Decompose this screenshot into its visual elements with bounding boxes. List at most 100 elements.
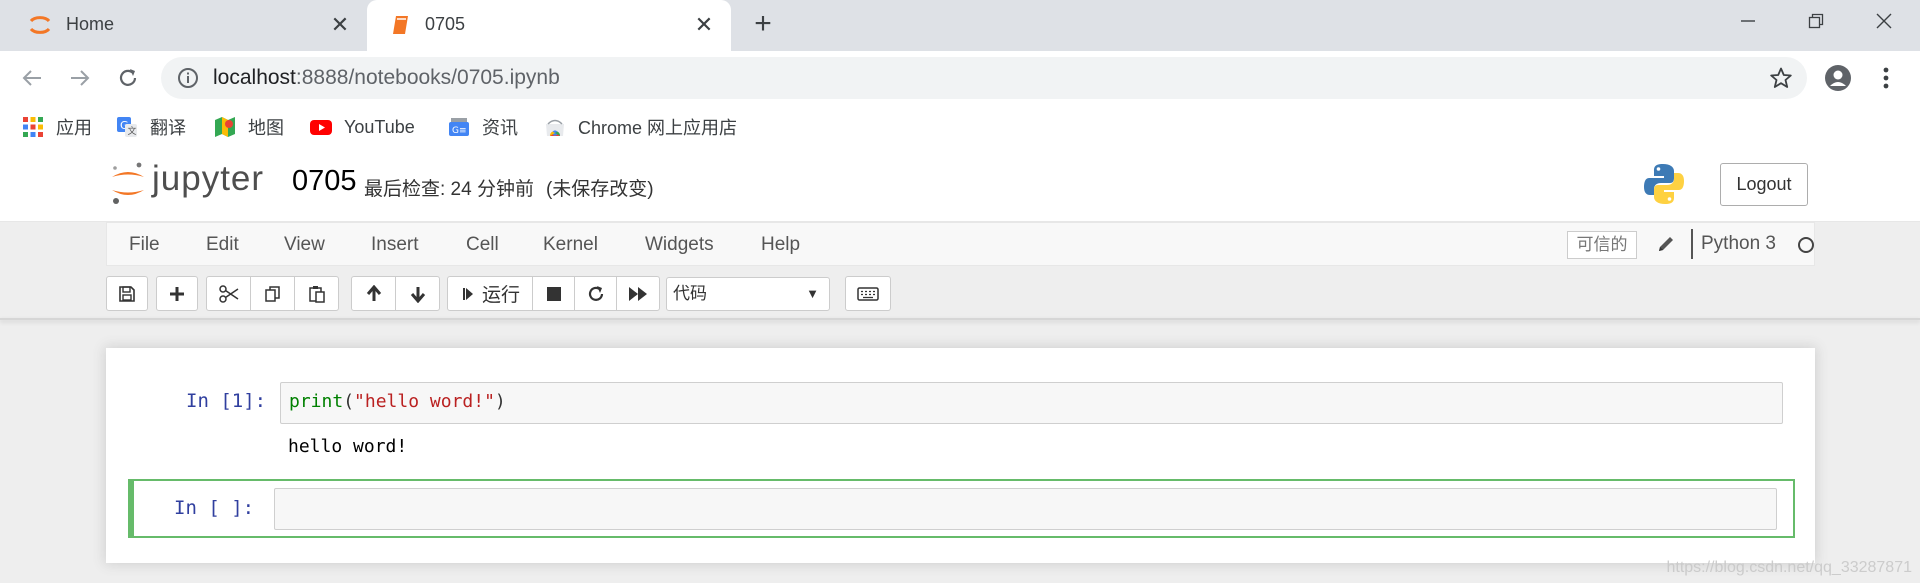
forward-arrow-icon[interactable] — [62, 60, 98, 96]
input-prompt: In [1]: — [186, 390, 267, 412]
code-input-area[interactable]: print("hello word!") — [280, 382, 1783, 424]
kernel-separator — [1691, 229, 1693, 259]
webstore-icon — [546, 119, 564, 136]
jupyter-header: jupyter 0705 最后检查: 24 分钟前 (未保存改变) Logout — [0, 147, 1920, 221]
run-button[interactable]: 运行 — [447, 276, 533, 311]
svg-text:文: 文 — [128, 125, 137, 137]
jupyter-logo-icon[interactable] — [110, 161, 146, 205]
paste-button[interactable] — [294, 276, 339, 311]
cell-type-select[interactable]: 代码 ▼ — [666, 277, 830, 311]
stop-icon — [546, 286, 561, 301]
bookmark-label: 资讯 — [482, 118, 518, 138]
tab-home[interactable]: Home ✕ — [0, 0, 367, 51]
notebook-favicon — [393, 16, 408, 34]
menu-file[interactable]: File — [129, 234, 160, 256]
move-up-button[interactable] — [351, 276, 396, 311]
checkpoint-status: 最后检查: 24 分钟前 (未保存改变) — [364, 174, 654, 201]
notebook-container: In [1]: print("hello word!") hello word!… — [106, 348, 1815, 563]
tab-close-icon[interactable]: ✕ — [327, 12, 353, 38]
restart-icon — [588, 285, 603, 301]
bookmark-apps[interactable]: 应用 — [22, 114, 92, 140]
run-label: 运行 — [481, 285, 520, 306]
command-palette-button[interactable] — [845, 276, 891, 311]
arrow-down-icon — [410, 286, 425, 303]
kebab-menu-icon[interactable] — [1868, 60, 1904, 96]
browser-tab-strip: Home ✕ 0705 ✕ + — [0, 0, 1920, 51]
selected-code-cell[interactable]: In [ ]: — [128, 479, 1795, 538]
checkpoint-text: 最后检查: 24 分钟前 — [364, 179, 534, 200]
kernel-name[interactable]: Python 3 — [1701, 233, 1776, 255]
bookmark-youtube[interactable]: YouTube — [310, 114, 415, 140]
python-logo-icon — [1644, 164, 1684, 204]
tab-close-icon[interactable]: ✕ — [691, 12, 717, 38]
jupyter-wordmark[interactable]: jupyter — [152, 159, 264, 199]
menu-insert[interactable]: Insert — [371, 234, 419, 256]
back-arrow-icon[interactable] — [14, 60, 50, 96]
bookmark-label: Chrome 网上应用店 — [578, 118, 738, 138]
jupyter-favicon — [29, 16, 51, 34]
new-tab-plus-icon[interactable]: + — [748, 9, 778, 40]
bookmark-webstore[interactable]: Chrome 网上应用店 — [544, 114, 737, 140]
save-button[interactable] — [106, 276, 148, 311]
trusted-badge[interactable]: 可信的 — [1567, 231, 1637, 259]
menu-kernel[interactable]: Kernel — [543, 234, 598, 256]
plus-icon — [170, 286, 184, 301]
restart-kernel-button[interactable] — [574, 276, 617, 311]
tab-notebook[interactable]: 0705 ✕ — [367, 0, 731, 51]
bookmark-star-icon[interactable] — [1769, 66, 1793, 90]
header-shadow — [0, 318, 1920, 320]
cut-button[interactable] — [206, 276, 251, 311]
bookmark-maps[interactable]: 地图 — [214, 114, 284, 140]
input-prompt: In [ ]: — [174, 497, 255, 519]
keyboard-icon — [857, 286, 879, 301]
insert-cell-button[interactable] — [156, 276, 198, 311]
copy-icon — [264, 285, 280, 302]
logout-button[interactable]: Logout — [1720, 163, 1808, 206]
account-icon[interactable] — [1820, 60, 1856, 96]
watermark-text: https://blog.csdn.net/qq_33287871 — [1666, 559, 1912, 576]
cell-output: hello word! — [288, 436, 408, 457]
url-text[interactable]: localhost:8888/notebooks/0705.ipynb — [213, 66, 560, 90]
dropdown-arrow-icon: ▼ — [806, 286, 819, 301]
kernel-idle-indicator-icon — [1798, 237, 1814, 253]
interrupt-kernel-button[interactable] — [532, 276, 575, 311]
save-icon — [119, 285, 135, 302]
svg-text:≡: ≡ — [459, 126, 467, 136]
fast-forward-icon — [629, 286, 647, 301]
youtube-icon — [310, 120, 332, 135]
bookmark-label: YouTube — [344, 116, 415, 137]
notebook-name[interactable]: 0705 — [292, 165, 357, 198]
maps-icon — [215, 117, 235, 137]
restart-run-all-button[interactable] — [616, 276, 660, 311]
tab-title: 0705 — [425, 14, 466, 34]
minimize-icon[interactable] — [1718, 0, 1778, 42]
menu-widgets[interactable]: Widgets — [645, 234, 714, 256]
window-close-icon[interactable] — [1854, 0, 1914, 42]
bookmark-translate[interactable]: G 文 翻译 — [116, 114, 186, 140]
browser-toolbar: localhost:8888/notebooks/0705.ipynb — [0, 51, 1920, 106]
paste-icon — [308, 285, 325, 303]
address-bar[interactable]: localhost:8888/notebooks/0705.ipynb — [161, 57, 1807, 99]
menu-edit[interactable]: Edit — [206, 234, 239, 256]
pencil-icon[interactable] — [1655, 233, 1677, 255]
autosave-status: (未保存改变) — [545, 179, 654, 200]
translate-icon: G 文 — [117, 117, 137, 137]
code-input-area[interactable] — [274, 488, 1777, 530]
cell-type-value: 代码 — [673, 284, 707, 303]
restore-icon[interactable] — [1786, 0, 1846, 42]
tab-title: Home — [66, 14, 115, 34]
bookmark-label: 应用 — [56, 118, 92, 138]
bookmark-news[interactable]: G ≡ 资讯 — [448, 114, 518, 140]
step-forward-icon — [462, 287, 473, 300]
move-down-button[interactable] — [395, 276, 440, 311]
arrow-up-icon — [366, 284, 381, 301]
menu-help[interactable]: Help — [761, 234, 800, 256]
copy-button[interactable] — [250, 276, 295, 311]
apps-grid-icon — [23, 117, 43, 137]
menu-cell[interactable]: Cell — [466, 234, 499, 256]
scissors-icon — [218, 284, 238, 303]
menu-view[interactable]: View — [284, 234, 325, 256]
news-icon: G ≡ — [449, 118, 469, 136]
info-icon[interactable] — [177, 67, 199, 89]
reload-icon[interactable] — [110, 60, 146, 96]
